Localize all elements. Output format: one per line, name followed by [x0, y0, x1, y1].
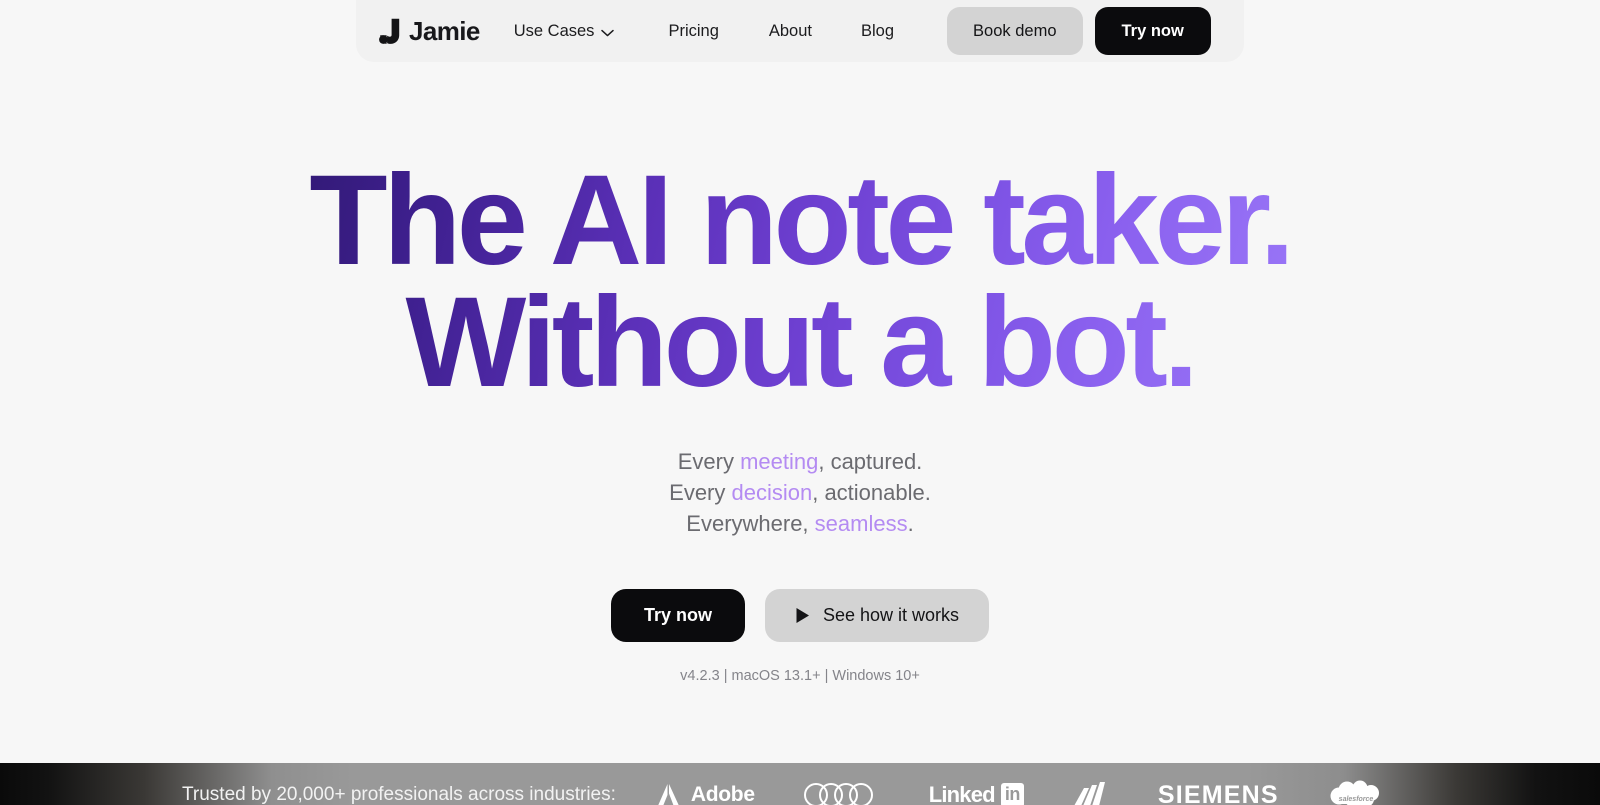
brand-logo-salesforce: salesforce: [1327, 780, 1385, 805]
version-requirements-text: v4.2.3 | macOS 13.1+ | Windows 10+: [680, 668, 920, 685]
subhead-line-3-highlight: seamless: [814, 511, 908, 537]
logo-home-link[interactable]: Jamie: [378, 18, 480, 45]
hero-try-now-button[interactable]: Try now: [610, 589, 745, 643]
subhead-line-1-pre: Every: [677, 449, 741, 475]
audi-rings-logo-icon: [803, 783, 873, 805]
hero-section: The AI note taker. Without a bot. Every …: [0, 62, 1600, 763]
navbar-container: Jamie Use Cases Pricing About Blog Book …: [0, 0, 1600, 62]
brand-logo-adidas: [1072, 782, 1110, 805]
brand-logo-adobe: Adobe: [656, 782, 755, 805]
brand-logo-siemens: SIEMENS: [1158, 781, 1279, 805]
nav-link-about[interactable]: About: [769, 14, 812, 49]
navbar: Jamie Use Cases Pricing About Blog Book …: [356, 0, 1244, 62]
brand-logo-audi: [803, 782, 881, 805]
subhead-line-3-pre: Everywhere,: [686, 511, 815, 537]
subhead-line-2-post: , actionable.: [812, 480, 931, 506]
nav-link-use-cases[interactable]: Use Cases: [514, 14, 615, 49]
salesforce-cloud-logo-icon: salesforce: [1330, 780, 1379, 805]
cta-row: Try now See how it works: [610, 589, 990, 643]
chevron-down-icon: [601, 29, 615, 36]
trusted-by-label: Trusted by 20,000+ professionals across …: [182, 784, 616, 805]
subhead-line-1-highlight: meeting: [740, 449, 819, 475]
page-title: The AI note taker. Without a bot.: [309, 160, 1290, 403]
trusted-by-bar: Trusted by 20,000+ professionals across …: [0, 763, 1600, 805]
see-how-it-works-label: See how it works: [822, 605, 960, 626]
subhead-line-2-pre: Every: [669, 480, 732, 506]
subhead-line-3: Everywhere, seamless.: [669, 508, 931, 539]
nav-link-use-cases-label: Use Cases: [513, 21, 595, 40]
book-demo-button[interactable]: Book demo: [947, 7, 1083, 55]
adidas-stripes-logo-icon: [1074, 782, 1105, 805]
headline-line-1: The AI note taker.: [309, 149, 1291, 292]
nav-link-blog-label: Blog: [861, 21, 895, 40]
jamie-j-mark-icon: [379, 18, 400, 44]
brand-label-siemens: SIEMENS: [1157, 780, 1279, 805]
headline-line-2: Without a bot.: [405, 270, 1195, 414]
subhead-line-1-post: , captured.: [818, 449, 923, 475]
brand-label-linkedin: Linked: [928, 782, 996, 805]
nav-link-about-label: About: [768, 21, 812, 40]
nav-links: Use Cases Pricing About Blog: [514, 14, 947, 49]
subhead-line-2: Every decision, actionable.: [669, 477, 931, 508]
play-icon: [796, 608, 809, 624]
see-how-it-works-button[interactable]: See how it works: [764, 589, 990, 643]
brand-label-linkedin-badge: in: [1000, 783, 1024, 805]
nav-actions: Book demo Try now: [947, 7, 1211, 55]
nav-link-pricing[interactable]: Pricing: [668, 14, 718, 49]
adobe-logo-icon: [658, 784, 679, 805]
brand-logo-linkedin: Linked in: [929, 782, 1024, 805]
nav-link-pricing-label: Pricing: [668, 21, 719, 40]
brand-label-adobe: Adobe: [690, 783, 755, 805]
nav-link-blog[interactable]: Blog: [861, 14, 894, 49]
hero-subheading: Every meeting, captured. Every decision,…: [669, 446, 931, 539]
trusted-by-inner: Trusted by 20,000+ professionals across …: [0, 763, 1600, 805]
svg-text:salesforce: salesforce: [1338, 796, 1373, 803]
logo-wordmark: Jamie: [409, 16, 480, 46]
subhead-line-1: Every meeting, captured.: [669, 446, 931, 477]
nav-try-now-button[interactable]: Try now: [1094, 7, 1211, 55]
subhead-line-3-post: .: [907, 511, 914, 537]
subhead-line-2-highlight: decision: [731, 480, 813, 506]
